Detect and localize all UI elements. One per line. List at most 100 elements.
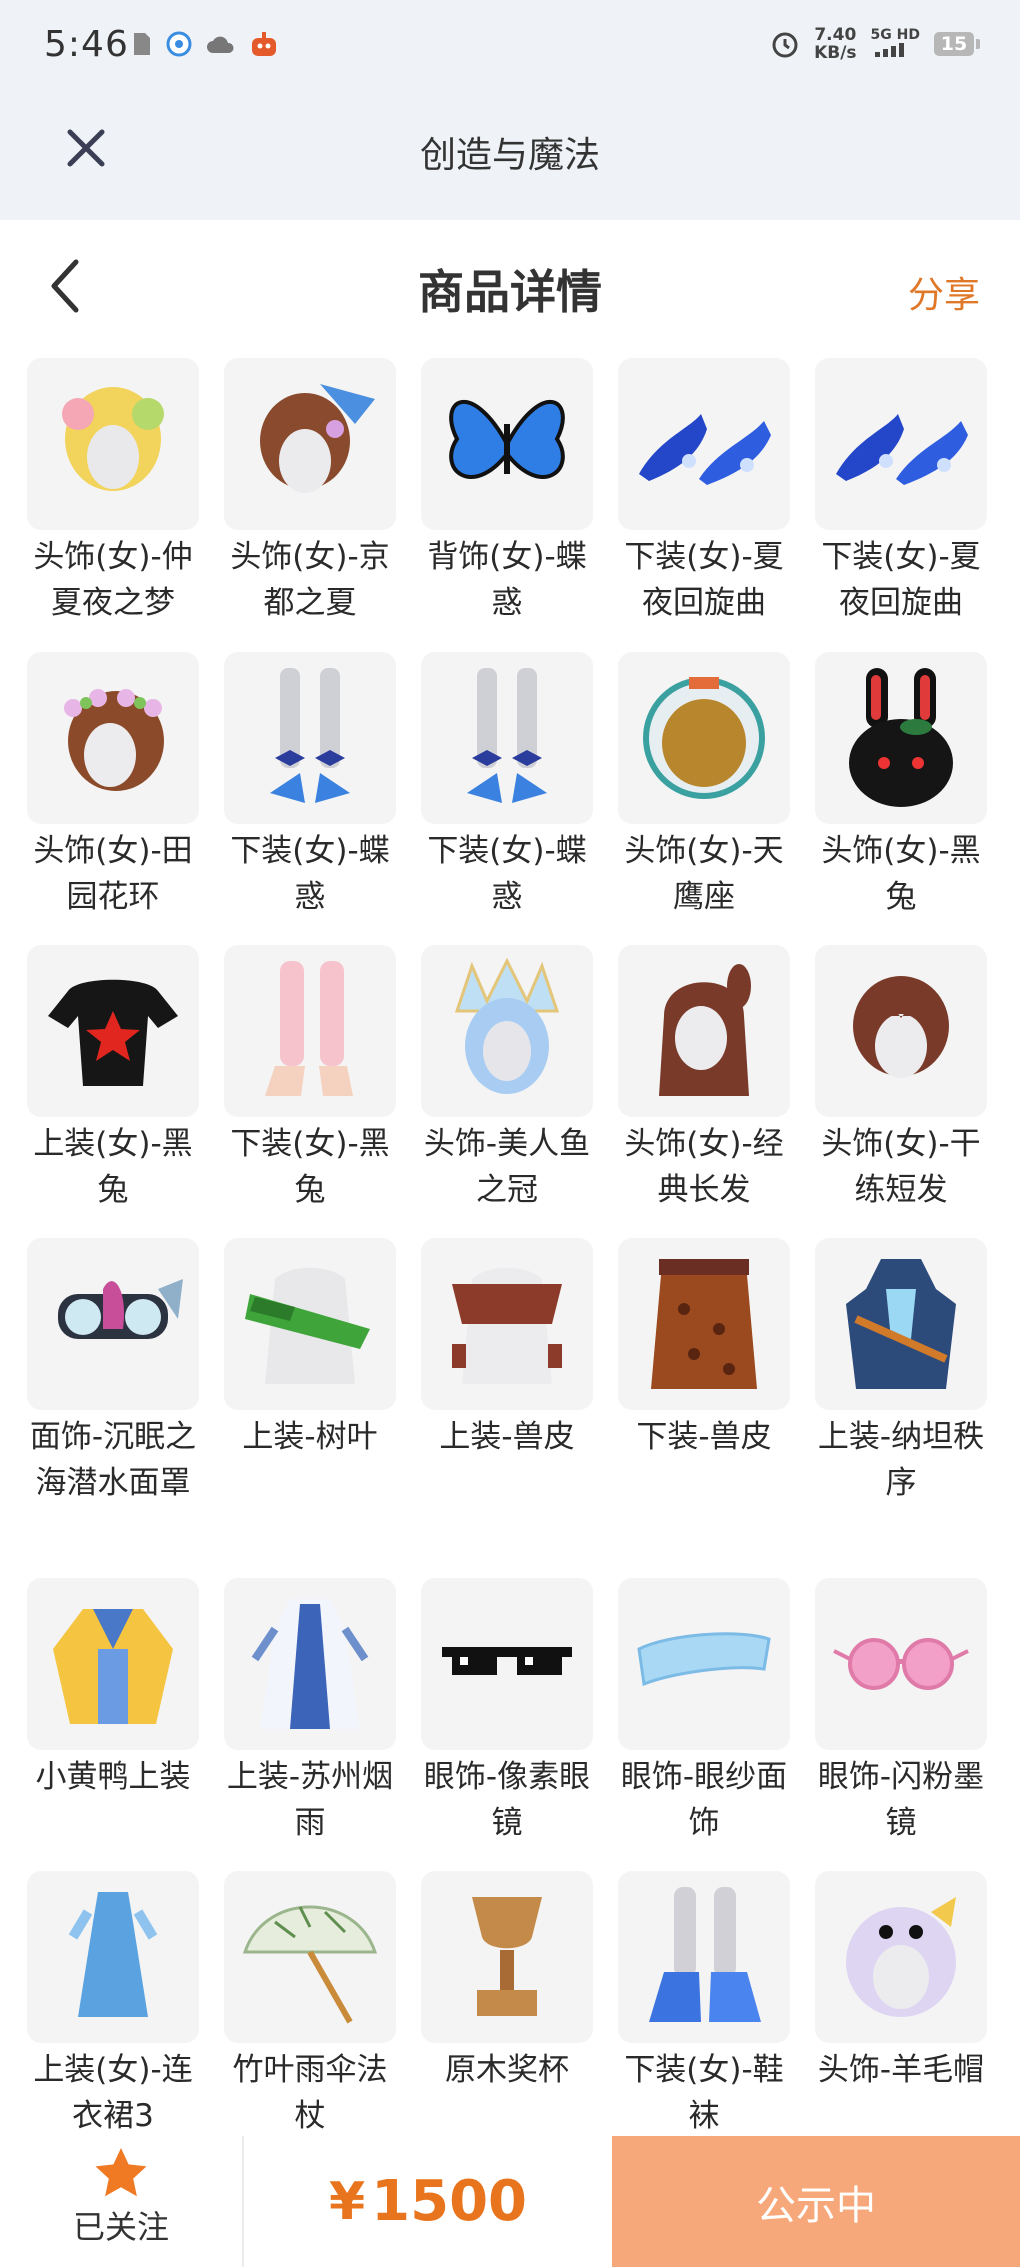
page-header: 商品详情 分享 xyxy=(0,220,1020,350)
item-thumbnail xyxy=(421,945,593,1117)
ribbon-heels-legs-icon xyxy=(467,668,547,803)
item-card[interactable]: 上装(女)-连衣裙3 xyxy=(26,1871,200,2139)
item-thumbnail xyxy=(224,652,396,824)
item-card[interactable]: 上装-纳坦秩序 xyxy=(814,1238,988,1506)
item-card[interactable]: 上装-树叶 xyxy=(223,1238,397,1460)
item-thumbnail xyxy=(815,945,987,1117)
black-star-top-icon xyxy=(48,979,178,1086)
item-card[interactable]: 下装(女)-夏夜回旋曲 xyxy=(814,358,988,626)
item-card[interactable]: 头饰-羊毛帽 xyxy=(814,1871,988,2093)
mermaid-crown-icon xyxy=(454,957,560,1094)
item-card[interactable]: 下装(女)-黑兔 xyxy=(223,945,397,1213)
item-card[interactable]: 下装-兽皮 xyxy=(617,1238,791,1460)
item-card[interactable]: 上装-苏州烟雨 xyxy=(223,1578,397,1846)
item-name: 头饰-羊毛帽 xyxy=(817,2052,985,2088)
item-card[interactable]: 头饰(女)-黑兔 xyxy=(814,652,988,920)
item-card[interactable]: 眼饰-闪粉墨镜 xyxy=(814,1578,988,1846)
item-card[interactable]: 小黄鸭上装 xyxy=(26,1578,200,1800)
cloud-icon xyxy=(207,36,234,53)
item-name: 头饰(女)-黑兔 xyxy=(821,833,981,915)
item-name: 下装-兽皮 xyxy=(636,1419,772,1455)
item-card[interactable]: 头饰(女)-仲夏夜之梦 xyxy=(26,358,200,626)
item-card[interactable]: 头饰-美人鱼之冠 xyxy=(420,945,594,1213)
notification-icons xyxy=(132,30,278,58)
app-title: 创造与魔法 xyxy=(419,135,600,176)
share-button[interactable]: 分享 xyxy=(908,266,980,318)
leaf-top-icon xyxy=(245,1267,370,1384)
item-card[interactable]: 上装-兽皮 xyxy=(420,1238,594,1460)
short-hair-icon xyxy=(853,976,949,1078)
item-thumbnail xyxy=(421,1238,593,1410)
item-card[interactable]: 原木奖杯 xyxy=(420,1871,594,2093)
price-value: 1500 xyxy=(371,2169,528,2234)
item-name: 面饰-沉眠之海潜水面罩 xyxy=(29,1419,197,1501)
item-thumbnail xyxy=(618,652,790,824)
item-thumbnail xyxy=(421,1578,593,1750)
item-name: 上装-纳坦秩序 xyxy=(817,1419,985,1501)
ribbon-heels-legs-icon xyxy=(270,668,350,803)
item-thumbnail xyxy=(224,945,396,1117)
item-thumbnail xyxy=(815,652,987,824)
item-card[interactable]: 下装(女)-蝶惑 xyxy=(420,652,594,920)
sheep-hat-icon xyxy=(846,1897,956,2017)
item-name: 头饰(女)-干练短发 xyxy=(821,1126,981,1208)
item-name: 小黄鸭上装 xyxy=(35,1759,191,1795)
item-card[interactable]: 背饰(女)-蝶惑 xyxy=(420,358,594,626)
network-label: 5G HD xyxy=(870,27,920,43)
speed-value: 7.40 xyxy=(814,25,857,45)
battery-indicator: 15 xyxy=(934,32,980,56)
publicity-status-button[interactable]: 公示中 xyxy=(612,2136,1020,2267)
item-card[interactable]: 头饰(女)-经典长发 xyxy=(617,945,791,1213)
item-card[interactable]: 下装(女)-蝶惑 xyxy=(223,652,397,920)
item-card[interactable]: 眼饰-像素眼镜 xyxy=(420,1578,594,1846)
item-name: 头饰(女)-田园花环 xyxy=(33,833,193,915)
item-name: 头饰(女)-天鹰座 xyxy=(624,833,784,915)
bottom-bar: 已关注 ¥ 1500 公示中 xyxy=(0,2136,1020,2267)
item-name: 竹叶雨伞法杖 xyxy=(232,2052,388,2134)
speed-unit: KB/s xyxy=(814,43,857,63)
item-name: 上装-苏州烟雨 xyxy=(226,1759,394,1841)
blue-heels-icon xyxy=(836,414,968,485)
currency-symbol: ¥ xyxy=(328,2171,366,2232)
blue-butterfly-wings-icon xyxy=(449,399,565,479)
blue-dress-icon xyxy=(68,1892,158,2017)
item-card[interactable]: 头饰(女)-干练短发 xyxy=(814,945,988,1213)
item-card[interactable]: 上装(女)-黑兔 xyxy=(26,945,200,1213)
item-thumbnail xyxy=(27,1238,199,1410)
pink-stockings-icon xyxy=(265,961,353,1096)
item-name: 下装(女)-黑兔 xyxy=(230,1126,390,1208)
item-name: 头饰(女)-经典长发 xyxy=(624,1126,784,1208)
network-speed: 7.40 KB/s xyxy=(814,26,856,62)
item-name: 下装(女)-夏夜回旋曲 xyxy=(821,539,981,621)
item-card[interactable]: 头饰(女)-京都之夏 xyxy=(223,358,397,626)
item-thumbnail xyxy=(27,1871,199,2043)
game-app-icon xyxy=(252,32,276,56)
item-name: 下装(女)-鞋袜 xyxy=(624,2052,784,2134)
item-card[interactable]: 头饰(女)-田园花环 xyxy=(26,652,200,920)
item-thumbnail xyxy=(27,358,199,530)
page-title: 商品详情 xyxy=(418,265,602,319)
status-bar: 5:46 7.40 KB/s 5G HD 15 xyxy=(0,0,1020,100)
follow-button[interactable]: 已关注 xyxy=(0,2136,242,2267)
hide-top-icon xyxy=(452,1267,562,1384)
blue-shoes-icon xyxy=(649,1887,761,2022)
item-card[interactable]: 眼饰-眼纱面饰 xyxy=(617,1578,791,1846)
flower-wreath-hair-icon xyxy=(64,689,164,791)
item-name: 原木奖杯 xyxy=(445,2052,569,2088)
item-name: 上装-树叶 xyxy=(242,1419,378,1455)
item-card[interactable]: 头饰(女)-天鹰座 xyxy=(617,652,791,920)
item-card[interactable]: 面饰-沉眠之海潜水面罩 xyxy=(26,1238,200,1506)
item-name: 头饰(女)-仲夏夜之梦 xyxy=(33,539,193,621)
item-name: 上装-兽皮 xyxy=(439,1419,575,1455)
item-thumbnail xyxy=(224,358,396,530)
item-name: 眼饰-闪粉墨镜 xyxy=(817,1759,985,1841)
item-thumbnail xyxy=(421,1871,593,2043)
item-card[interactable]: 竹叶雨伞法杖 xyxy=(223,1871,397,2139)
item-thumbnail xyxy=(27,1578,199,1750)
item-thumbnail xyxy=(815,358,987,530)
item-thumbnail xyxy=(224,1871,396,2043)
item-card[interactable]: 下装(女)-鞋袜 xyxy=(617,1871,791,2139)
diving-mask-icon xyxy=(58,1279,183,1339)
item-card[interactable]: 下装(女)-夏夜回旋曲 xyxy=(617,358,791,626)
item-name: 眼饰-眼纱面饰 xyxy=(620,1759,788,1841)
